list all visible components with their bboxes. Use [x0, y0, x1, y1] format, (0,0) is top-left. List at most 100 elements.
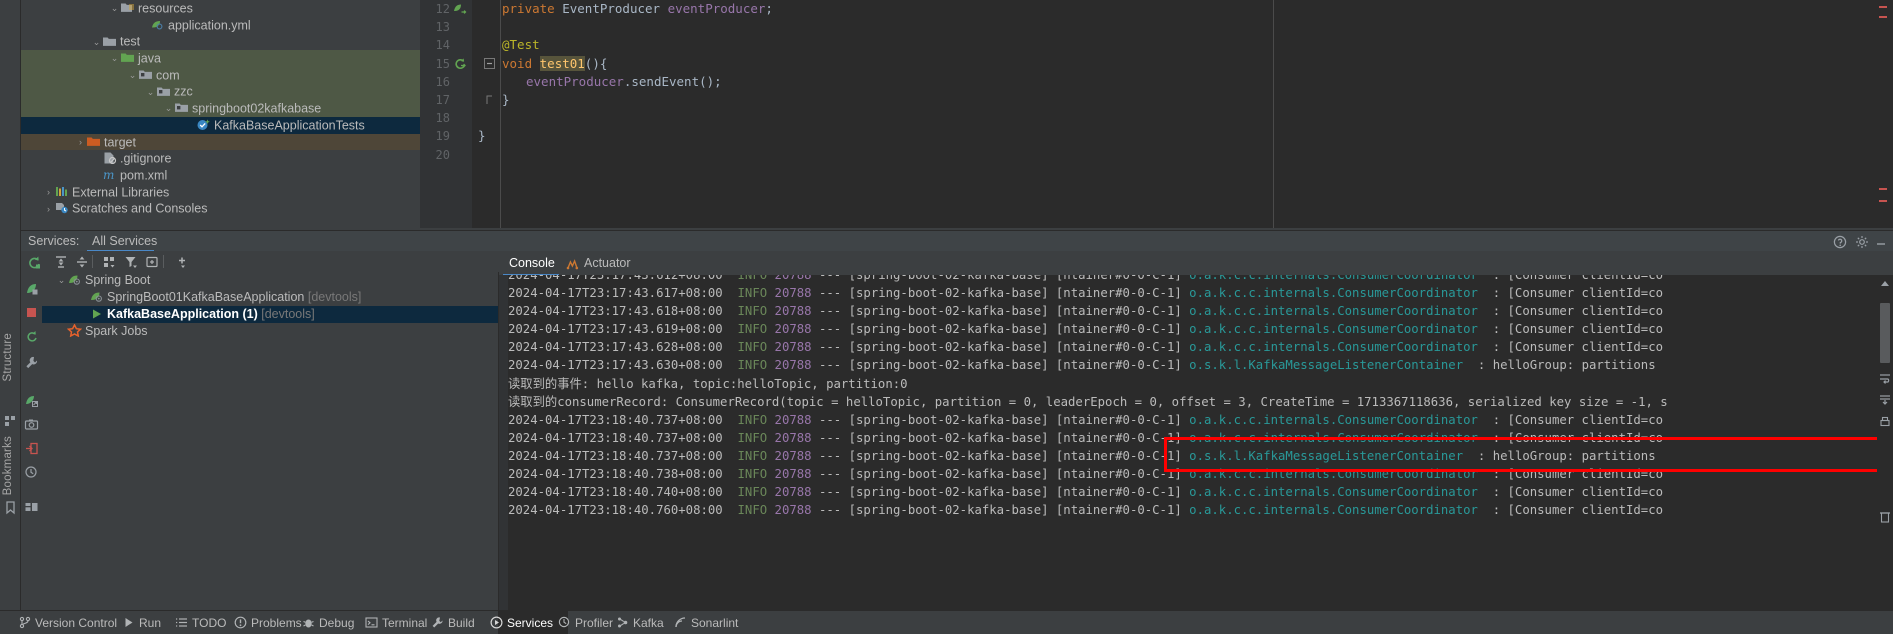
tab-console[interactable]: Console	[509, 256, 555, 270]
tree-expand-arrow[interactable]: ·	[91, 151, 102, 168]
collapse-all-icon[interactable]	[74, 254, 90, 270]
fold-marker-end[interactable]	[484, 94, 495, 105]
help-icon[interactable]	[1833, 235, 1847, 249]
log-pid: 20788	[774, 485, 812, 500]
log-thread: [ntainer#0-0-C-1]	[1055, 503, 1182, 518]
project-tree-item-label: zzc	[174, 84, 193, 99]
editor-line[interactable]: 19}	[420, 127, 1893, 145]
scroll-to-end-icon[interactable]	[1878, 393, 1892, 407]
fold-marker[interactable]	[484, 57, 495, 69]
services-tree-item[interactable]: · KafkaBaseApplication (1) [devtools]	[42, 306, 498, 323]
console-output[interactable]: 2024-04-17T23:17:43.612+08:00 INFO 20788…	[499, 275, 1877, 610]
tree-expand-arrow[interactable]: ⌄	[91, 34, 102, 51]
package-icon	[174, 101, 189, 114]
services-expand-arrow[interactable]: ·	[56, 323, 67, 340]
scroll-up-arrow-icon[interactable]	[1878, 277, 1892, 291]
tree-expand-arrow[interactable]: ⌄	[127, 67, 138, 84]
tree-expand-arrow[interactable]: ›	[43, 201, 54, 218]
project-tree-item[interactable]: ·m pom.xml	[21, 167, 420, 184]
spring-leaf-icon[interactable]	[24, 281, 39, 296]
tree-expand-arrow[interactable]: ⌄	[109, 0, 120, 17]
exit-red-icon[interactable]	[24, 441, 39, 456]
project-tree-item[interactable]: ⌄ com	[21, 66, 420, 84]
clear-all-icon[interactable]	[1878, 510, 1892, 524]
tree-expand-arrow[interactable]: ⌄	[163, 100, 174, 117]
project-tree-item[interactable]: › Scratches and Consoles	[21, 200, 420, 217]
layout-icon[interactable]	[24, 499, 39, 514]
editor-line[interactable]: 17}	[420, 91, 1893, 109]
log-logger-class: o.a.k.c.c.internals.ConsumerCoordinator	[1189, 286, 1478, 301]
project-tree-item[interactable]: ⌄ zzc	[21, 83, 420, 101]
rerun-arrow-icon[interactable]	[24, 329, 39, 344]
print-icon[interactable]	[1878, 415, 1892, 429]
editor-line[interactable]: 18	[420, 109, 1893, 127]
editor-line[interactable]: 12 private EventProducer eventProducer;	[420, 0, 1893, 18]
services-expand-arrow[interactable]: ·	[78, 289, 89, 306]
services-expand-arrow[interactable]: ·	[78, 306, 89, 323]
camera-icon[interactable]	[24, 417, 39, 432]
log-timestamp: 2024-04-17T23:18:40.737+08:00	[508, 448, 723, 463]
log-app-name: [spring-boot-02-kafka-base]	[848, 485, 1049, 500]
status-bar-item-label: Debug	[319, 616, 355, 630]
log-timestamp: 2024-04-17T23:17:43.612+08:00	[508, 275, 723, 282]
tree-expand-arrow[interactable]: ›	[75, 134, 86, 151]
tree-expand-arrow[interactable]: ›	[43, 184, 54, 201]
editor-line[interactable]: 16 eventProducer.sendEvent();	[420, 73, 1893, 91]
run-test-icon[interactable]	[453, 57, 467, 71]
wrench-icon[interactable]	[24, 355, 39, 370]
minimize-icon[interactable]	[1874, 235, 1888, 249]
project-tree-item[interactable]: ⌄ test	[21, 33, 420, 50]
expand-all-icon[interactable]	[53, 254, 69, 270]
stop-red-icon[interactable]	[24, 305, 39, 320]
bookmarks-tool-label[interactable]: Bookmarks	[2, 436, 14, 495]
services-tree-item[interactable]: · SpringBoot01KafkaBaseApplication [devto…	[42, 289, 498, 306]
tree-expand-arrow[interactable]: ·	[185, 117, 196, 134]
tab-actuator[interactable]: Actuator	[584, 256, 631, 270]
folder-icon	[102, 35, 117, 48]
project-tree-item[interactable]: · KafkaBaseApplicationTests	[21, 116, 420, 134]
bookmark-icon[interactable]	[3, 500, 18, 515]
filter-icon[interactable]	[123, 254, 139, 270]
show-in-new-tab-icon[interactable]	[144, 254, 160, 270]
log-timestamp: 2024-04-17T23:18:40.760+08:00	[508, 503, 723, 518]
project-tree-item[interactable]: ⌄ java	[21, 50, 420, 67]
add-icon[interactable]	[173, 254, 189, 270]
services-expand-arrow[interactable]: ⌄	[56, 272, 67, 289]
tree-expand-arrow[interactable]: ·	[139, 17, 150, 34]
thread-dump-icon[interactable]	[24, 393, 39, 408]
structure-icon[interactable]	[3, 413, 18, 428]
console-scrollbar[interactable]	[1877, 275, 1893, 610]
editor-line[interactable]: 14 @Test	[420, 36, 1893, 54]
project-tree-panel[interactable]: ⌄resources·application.yml⌄test⌄java⌄com…	[21, 0, 420, 228]
editor-line[interactable]: 13	[420, 18, 1893, 36]
tree-expand-arrow[interactable]: ⌄	[145, 84, 156, 101]
project-tree-item[interactable]: · .gitignore	[21, 150, 420, 167]
editor-line[interactable]: 20	[420, 146, 1893, 164]
group-by-icon[interactable]	[101, 254, 117, 270]
tree-expand-arrow[interactable]: ⌄	[109, 50, 120, 67]
history-icon[interactable]	[24, 465, 39, 480]
code-editor[interactable]: 12 private EventProducer eventProducer; 13…	[420, 0, 1893, 228]
project-tree-item[interactable]: › External Libraries	[21, 184, 420, 201]
soft-wrap-icon[interactable]	[1878, 371, 1892, 385]
project-tree-item[interactable]: ⌄ springboot02kafkabase	[21, 100, 420, 117]
project-tree-item[interactable]: · application.yml	[21, 17, 420, 34]
tree-expand-arrow[interactable]: ·	[91, 167, 102, 184]
structure-tool-label[interactable]: Structure	[2, 333, 14, 381]
services-tree-item[interactable]: · Spark Jobs	[42, 323, 498, 340]
project-tree-item[interactable]: ⌄ resources	[21, 0, 420, 17]
gear-icon[interactable]	[1855, 235, 1869, 249]
console-scrollbar-thumb[interactable]	[1880, 303, 1890, 363]
log-logger-class: o.a.k.c.c.internals.ConsumerCoordinator	[1189, 467, 1478, 482]
services-tree[interactable]: ⌄ Spring Boot · SpringBoot01KafkaBaseApplic…	[42, 272, 499, 610]
log-app-name: [spring-boot-02-kafka-base]	[848, 286, 1049, 301]
log-timestamp: 2024-04-17T23:18:40.737+08:00	[508, 412, 723, 427]
services-tree-item[interactable]: ⌄ Spring Boot	[42, 272, 498, 289]
log-app-name: [spring-boot-02-kafka-base]	[848, 430, 1049, 445]
tab-all-services[interactable]: All Services	[92, 234, 157, 248]
rerun-icon[interactable]	[26, 254, 42, 270]
project-tree-item[interactable]: › target	[21, 133, 420, 151]
editor-line[interactable]: 15 void test01(){	[420, 55, 1893, 73]
status-bar-item-label: TODO	[192, 616, 227, 630]
bean-icon[interactable]	[453, 2, 467, 16]
